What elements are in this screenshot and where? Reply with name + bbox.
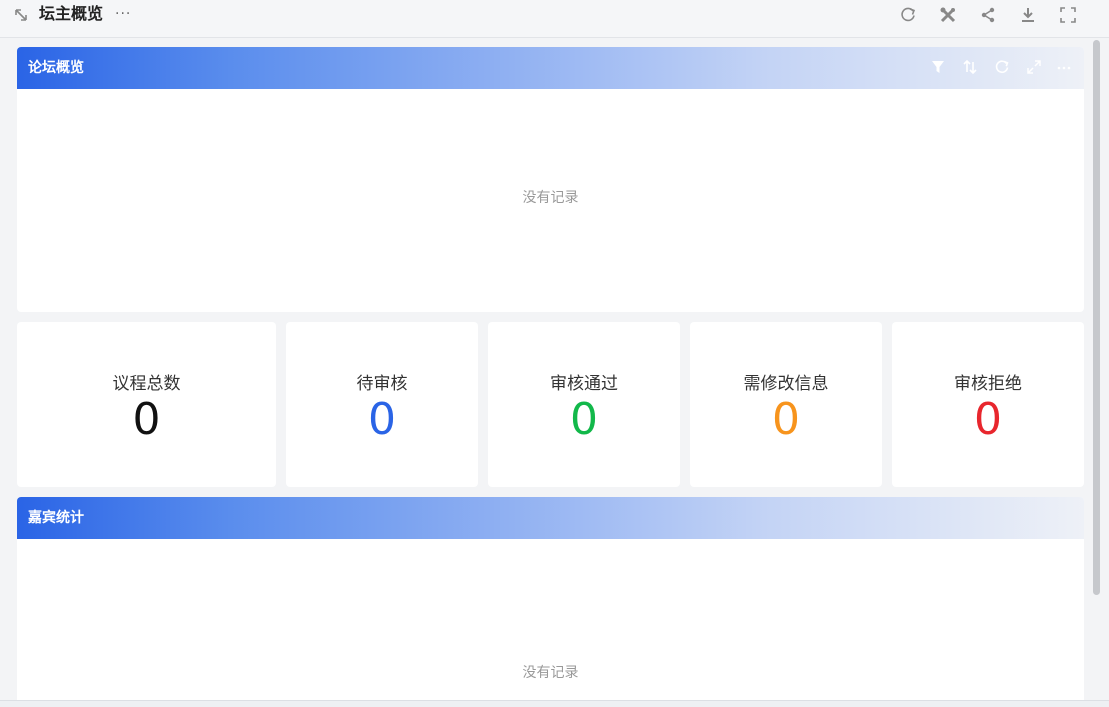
share-icon[interactable]: [979, 6, 997, 24]
forum-panel-header: 论坛概览: [17, 47, 1084, 89]
guest-panel-title: 嘉宾统计: [28, 510, 84, 526]
title-more-icon[interactable]: ···: [115, 6, 131, 22]
stat-card-rejected: 审核拒绝 0: [892, 322, 1084, 487]
expand-icon[interactable]: [1026, 59, 1042, 75]
stat-card-needs-revision: 需修改信息 0: [690, 322, 882, 487]
stat-label: 需修改信息: [743, 374, 829, 394]
stat-value: 0: [974, 394, 1002, 445]
download-icon[interactable]: [1019, 6, 1037, 24]
collapse-icon[interactable]: [13, 7, 29, 23]
guest-empty-text: 没有记录: [522, 665, 579, 681]
stat-label: 审核拒绝: [954, 374, 1022, 394]
panel-refresh-icon[interactable]: [994, 59, 1010, 75]
forum-empty-text: 没有记录: [522, 190, 579, 206]
stat-card-pending: 待审核 0: [286, 322, 478, 487]
stat-label: 待审核: [356, 374, 408, 394]
forum-panel-title: 论坛概览: [28, 60, 84, 76]
fullscreen-icon[interactable]: [1059, 6, 1077, 24]
bottom-divider: [0, 700, 1109, 707]
stat-label: 议程总数: [112, 374, 181, 394]
more-icon[interactable]: [1056, 59, 1072, 75]
stat-value: 0: [132, 394, 161, 445]
guest-stats-panel: 嘉宾统计 没有记录: [17, 497, 1084, 707]
filter-icon[interactable]: [930, 59, 946, 75]
stat-card-total: 议程总数 0: [17, 322, 276, 487]
page-title: 坛主概览: [39, 4, 104, 23]
guest-panel-header: 嘉宾统计: [17, 497, 1084, 539]
top-bar: 坛主概览 ···: [0, 0, 1109, 38]
tools-icon[interactable]: [939, 6, 957, 24]
stat-value: 0: [570, 394, 598, 445]
stat-label: 审核通过: [550, 374, 618, 394]
stat-value: 0: [368, 394, 396, 445]
refresh-icon[interactable]: [899, 6, 917, 24]
scrollbar-thumb[interactable]: [1093, 40, 1100, 595]
forum-overview-panel: 论坛概览 没有记录: [17, 47, 1084, 312]
stat-value: 0: [772, 394, 800, 445]
stat-card-approved: 审核通过 0: [488, 322, 680, 487]
sort-icon[interactable]: [962, 59, 978, 75]
